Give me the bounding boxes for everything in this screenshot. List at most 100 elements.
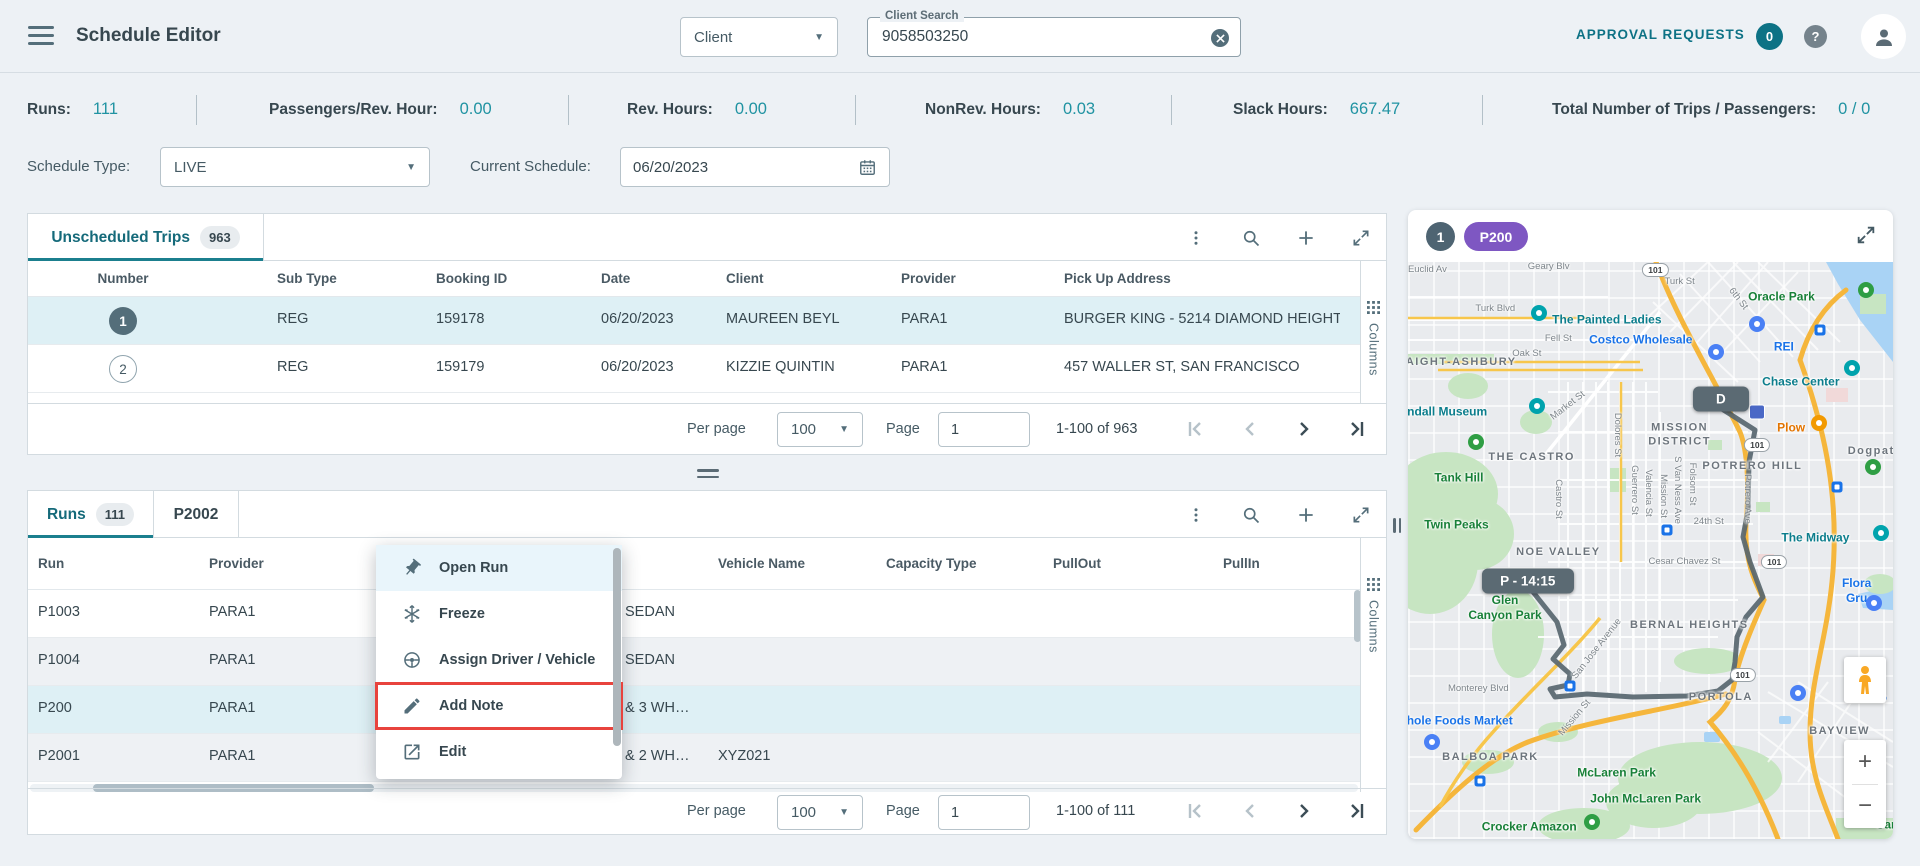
stat-divider	[1171, 95, 1172, 125]
client-search-field: Client Search	[867, 10, 1241, 57]
context-menu-scrollbar[interactable]	[613, 548, 621, 746]
column-header[interactable]: Vehicle Name	[718, 538, 805, 590]
cell-vehicle: & 3 WH…	[625, 700, 690, 716]
menu-item-label: Edit	[439, 744, 467, 760]
tab-runs[interactable]: Runs 111	[28, 491, 154, 538]
app-header: Schedule Editor Client ▼ Client Search A…	[0, 0, 1920, 73]
pencil-icon	[402, 696, 422, 716]
pegman-control[interactable]	[1844, 657, 1886, 703]
column-header[interactable]: Provider	[209, 538, 264, 590]
stat-value: 0.03	[1062, 100, 1096, 118]
menu-item-label: Freeze	[439, 606, 485, 622]
approval-requests-badge[interactable]: 0	[1756, 23, 1783, 50]
stat-divider	[196, 95, 197, 125]
tab-p2002[interactable]: P2002	[154, 491, 239, 538]
per-page-select[interactable]: 100 ▼	[777, 412, 863, 447]
search-icon[interactable]	[1239, 226, 1263, 250]
help-icon[interactable]: ?	[1804, 25, 1827, 48]
highway-101-shield: 101	[1761, 555, 1788, 570]
zoom-in-button[interactable]: +	[1844, 740, 1886, 784]
column-header[interactable]: PullOut	[1053, 538, 1101, 590]
column-header[interactable]: Booking ID	[436, 261, 507, 297]
client-search-input[interactable]	[868, 18, 1240, 56]
expand-icon[interactable]	[1349, 226, 1373, 250]
dropoff-route-badge[interactable]: D	[1692, 386, 1749, 412]
add-icon[interactable]	[1294, 226, 1318, 250]
columns-strip-toggle[interactable]: Columns	[1360, 261, 1386, 403]
table-row[interactable]: 1 REG 159178 06/20/2023 MAUREEN BEYL PARA1 BUR…	[28, 297, 1360, 345]
cell-provider: PARA1	[209, 748, 256, 764]
table-row[interactable]: P1003 PARA1 SEDAN	[28, 590, 1360, 638]
pullout-time-badge[interactable]: P - 14:15	[1481, 568, 1574, 593]
page-input[interactable]	[938, 795, 1030, 830]
map-expand-icon[interactable]	[1855, 224, 1879, 248]
first-page-icon[interactable]	[1183, 417, 1209, 443]
page-input[interactable]	[938, 412, 1030, 447]
approval-requests-link[interactable]: APPROVAL REQUESTS	[1576, 27, 1745, 42]
stat-item: Slack Hours: 667.47	[1233, 100, 1400, 119]
client-filter-select[interactable]: Client ▼	[680, 17, 838, 57]
hamburger-menu-icon[interactable]	[28, 26, 54, 46]
transit-station-icon	[1564, 680, 1576, 692]
menu-item-label: Assign Driver / Vehicle	[439, 652, 596, 668]
menu-item-open-run[interactable]: Open Run	[376, 545, 622, 591]
column-header[interactable]: Provider	[901, 261, 956, 297]
column-header[interactable]: Run	[38, 538, 64, 590]
column-header[interactable]: Sub Type	[277, 261, 337, 297]
transit-station-icon	[1474, 775, 1486, 787]
expand-icon[interactable]	[1349, 503, 1373, 527]
per-page-label: Per page	[687, 421, 746, 437]
current-schedule-date-input[interactable]: 06/20/2023	[620, 147, 890, 187]
trips-pagination: Per page 100 ▼ Page 1-100 of 963	[28, 403, 1386, 454]
row-number-badge[interactable]: 1	[109, 307, 137, 335]
table-row[interactable]: P2001 PARA1 & 2 WH… XYZ021	[28, 734, 1360, 782]
menu-item-edit[interactable]: Edit	[376, 729, 622, 775]
stop-number-badge: 1	[1426, 222, 1455, 251]
search-icon[interactable]	[1239, 503, 1263, 527]
per-page-label: Per page	[687, 803, 746, 819]
row-number-badge[interactable]: 2	[109, 355, 137, 383]
stat-label: Runs:	[27, 101, 71, 118]
last-page-icon[interactable]	[1345, 799, 1371, 825]
column-header[interactable]: Pick Up Address	[1064, 261, 1171, 297]
table-row[interactable]: P200 PARA1 & 3 WH…	[28, 686, 1360, 734]
menu-item-freeze[interactable]: Freeze	[376, 591, 622, 637]
map-resize-handle[interactable]	[1393, 518, 1401, 533]
columns-strip-toggle[interactable]: Columns	[1360, 538, 1386, 792]
previous-page-icon[interactable]	[1238, 799, 1264, 825]
cell-pickup: BURGER KING - 5214 DIAMOND HEIGHTS	[1064, 311, 1340, 327]
schedule-type-select[interactable]: LIVE ▼	[160, 147, 430, 187]
previous-page-icon[interactable]	[1238, 417, 1264, 443]
menu-item-add-note[interactable]: Add Note	[375, 682, 623, 730]
map-canvas[interactable]: Euclid Av Geary Blv Turk St 6th St Turk Blvd…	[1408, 262, 1893, 839]
transit-station-icon	[1831, 481, 1843, 493]
add-icon[interactable]	[1294, 503, 1318, 527]
per-page-select[interactable]: 100 ▼	[777, 795, 863, 830]
user-avatar[interactable]	[1861, 14, 1906, 59]
clear-search-icon[interactable]	[1211, 29, 1229, 47]
cell-provider: PARA1	[209, 652, 256, 668]
table-row[interactable]: P1004 PARA1 SEDAN	[28, 638, 1360, 686]
column-header[interactable]: PullIn	[1223, 538, 1260, 590]
column-header[interactable]: Date	[601, 261, 630, 297]
next-page-icon[interactable]	[1292, 417, 1318, 443]
column-header[interactable]: Client	[726, 261, 764, 297]
stat-value: 111	[92, 100, 119, 118]
column-header[interactable]: Capacity Type	[886, 538, 977, 590]
panel-resize-handle[interactable]	[697, 469, 719, 482]
table-row[interactable]: 2 REG 159179 06/20/2023 KIZZIE QUINTIN PARA1 4…	[28, 345, 1360, 393]
first-page-icon[interactable]	[1183, 799, 1209, 825]
zoom-out-button[interactable]: −	[1844, 785, 1886, 829]
last-page-icon[interactable]	[1345, 417, 1371, 443]
tab-unscheduled-trips[interactable]: Unscheduled Trips 963	[28, 214, 264, 261]
tab-label: Runs	[46, 505, 86, 523]
columns-strip-label: Columns	[1366, 323, 1381, 376]
column-header[interactable]: Number	[88, 261, 158, 297]
stat-value: 0 / 0	[1838, 100, 1871, 118]
kebab-menu-icon[interactable]	[1184, 503, 1208, 527]
next-page-icon[interactable]	[1292, 799, 1318, 825]
arena-marker	[1843, 360, 1860, 377]
menu-item-assign-driver-vehicle[interactable]: Assign Driver / Vehicle	[376, 637, 622, 683]
menu-item-label: Add Note	[439, 698, 504, 714]
kebab-menu-icon[interactable]	[1184, 226, 1208, 250]
